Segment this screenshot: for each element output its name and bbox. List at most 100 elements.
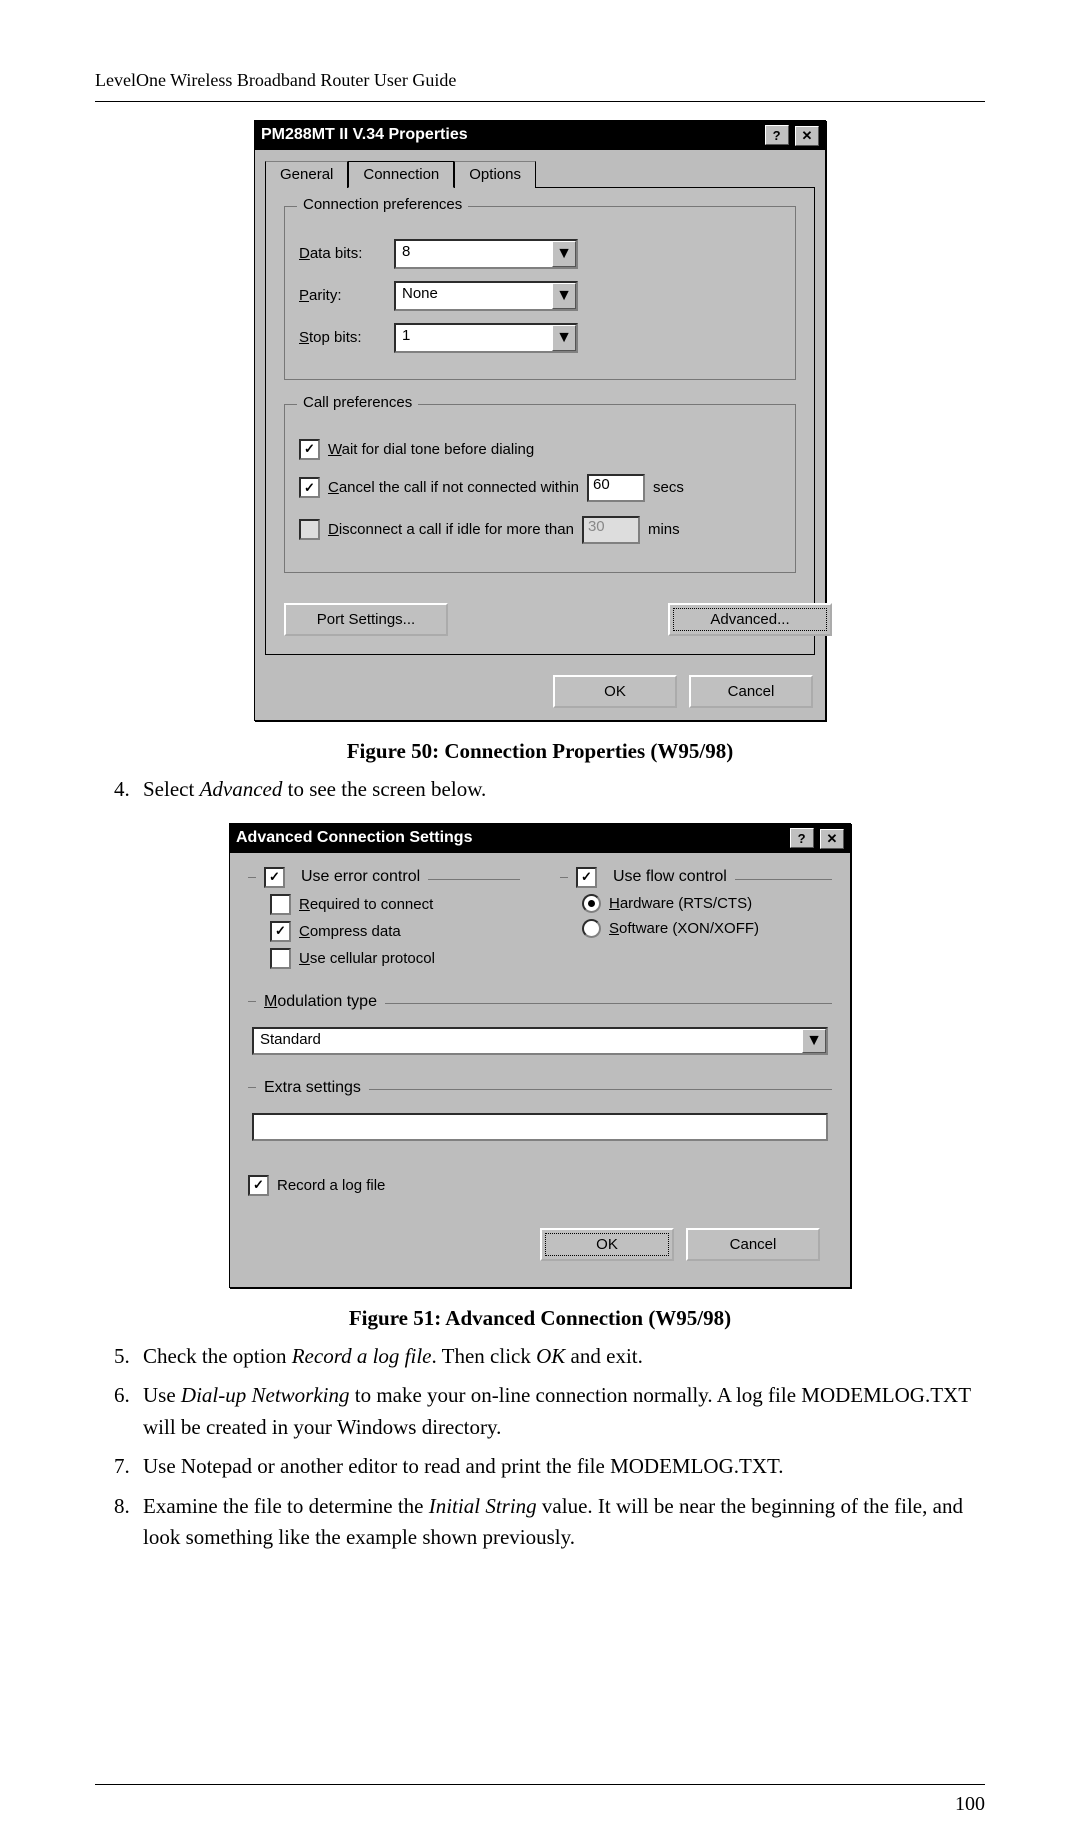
- required-label: Required to connect: [299, 896, 433, 913]
- use-flow-control-label: Use flow control: [613, 868, 727, 886]
- tab-pane: Connection preferences Data bits: 8 ▼ Pa…: [265, 187, 815, 655]
- advanced-connection-dialog: Advanced Connection Settings ? ✕ ✓ Use e…: [229, 823, 851, 1288]
- tabstrip: General Connection Options: [255, 150, 825, 187]
- checkbox-icon[interactable]: ✓: [264, 867, 285, 888]
- extra-settings-legend: Extra settings: [264, 1079, 361, 1097]
- checkbox-icon[interactable]: ✓: [248, 1175, 269, 1196]
- titlebar: Advanced Connection Settings ? ✕: [230, 824, 850, 853]
- port-settings-button[interactable]: Port Settings...: [284, 603, 448, 636]
- parity-label: Parity:: [299, 287, 394, 304]
- t: . Then click: [432, 1344, 537, 1368]
- close-icon[interactable]: ✕: [820, 829, 844, 849]
- chevron-down-icon[interactable]: ▼: [552, 283, 576, 309]
- figure-caption-50: Figure 50: Connection Properties (W95/98…: [95, 739, 985, 764]
- software-row[interactable]: Software (XON/XOFF): [582, 919, 832, 938]
- dialog-title: Advanced Connection Settings: [236, 829, 472, 847]
- t: Use: [143, 1383, 181, 1407]
- t: Record a log file: [292, 1344, 432, 1368]
- step-5: Check the option Record a log file. Then…: [135, 1341, 985, 1373]
- chevron-down-icon[interactable]: ▼: [802, 1029, 826, 1053]
- parity-select[interactable]: None ▼: [394, 281, 578, 311]
- step-8: Examine the file to determine the Initia…: [135, 1491, 985, 1554]
- titlebar: PM288MT II V.34 Properties ? ✕: [255, 121, 825, 150]
- wait-dialtone-label: Wait for dial tone before dialing: [328, 441, 534, 458]
- tab-connection[interactable]: Connection: [348, 161, 454, 188]
- legend-call-preferences: Call preferences: [297, 394, 418, 411]
- parity-value: None: [396, 283, 552, 309]
- radio-icon[interactable]: [582, 894, 601, 913]
- modulation-legend: Modulation type: [264, 993, 377, 1011]
- cancel-button[interactable]: Cancel: [689, 675, 813, 708]
- compress-label: Compress data: [299, 923, 401, 940]
- cellular-label: Use cellular protocol: [299, 950, 435, 967]
- cancel-call-label: Cancel the call if not connected within: [328, 479, 579, 496]
- step-4: Select Advanced to see the screen below.: [135, 774, 985, 806]
- advanced-button[interactable]: Advanced...: [668, 603, 832, 636]
- group-connection-preferences: Connection preferences Data bits: 8 ▼ Pa…: [284, 206, 796, 380]
- disconnect-idle-input: 30: [582, 516, 640, 544]
- checkbox-icon[interactable]: ✓: [270, 921, 291, 942]
- cellular-row[interactable]: Use cellular protocol: [270, 948, 520, 969]
- close-icon[interactable]: ✕: [795, 126, 819, 146]
- dialog-title: PM288MT II V.34 Properties: [261, 126, 468, 144]
- tab-options[interactable]: Options: [454, 161, 536, 188]
- header-rule: [95, 101, 985, 102]
- figure-caption-51: Figure 51: Advanced Connection (W95/98): [95, 1306, 985, 1331]
- t: Examine the file to determine the: [143, 1494, 429, 1518]
- t: Dial-up Networking: [181, 1383, 350, 1407]
- record-log-label: Record a log file: [277, 1177, 385, 1194]
- help-icon[interactable]: ?: [790, 828, 814, 848]
- tab-general[interactable]: General: [265, 161, 348, 188]
- stop-bits-select[interactable]: 1 ▼: [394, 323, 578, 353]
- hardware-row[interactable]: Hardware (RTS/CTS): [582, 894, 832, 913]
- modulation-select[interactable]: Standard ▼: [252, 1027, 828, 1055]
- hardware-label: Hardware (RTS/CTS): [609, 895, 752, 912]
- data-bits-label: Data bits:: [299, 245, 394, 262]
- cancel-call-row[interactable]: ✓ Cancel the call if not connected withi…: [299, 474, 781, 502]
- legend-connection-preferences: Connection preferences: [297, 196, 468, 213]
- disconnect-idle-row[interactable]: Disconnect a call if idle for more than …: [299, 516, 781, 544]
- radio-icon[interactable]: [582, 919, 601, 938]
- extra-settings-input[interactable]: [252, 1113, 828, 1141]
- stop-bits-label: Stop bits:: [299, 329, 394, 346]
- checkbox-icon[interactable]: ✓: [299, 477, 320, 498]
- checkbox-icon[interactable]: ✓: [299, 439, 320, 460]
- step4-text: Select: [143, 777, 200, 801]
- stop-bits-value: 1: [396, 325, 552, 351]
- data-bits-select[interactable]: 8 ▼: [394, 239, 578, 269]
- disconnect-idle-unit: mins: [648, 521, 680, 538]
- cancel-call-input[interactable]: 60: [587, 474, 645, 502]
- t: Initial String: [429, 1494, 537, 1518]
- ok-button[interactable]: OK: [553, 675, 677, 708]
- data-bits-value: 8: [396, 241, 552, 267]
- wait-dialtone-row[interactable]: ✓ Wait for dial tone before dialing: [299, 439, 781, 460]
- group-call-preferences: Call preferences ✓ Wait for dial tone be…: [284, 404, 796, 573]
- software-label: Software (XON/XOFF): [609, 920, 759, 937]
- compress-row[interactable]: ✓ Compress data: [270, 921, 520, 942]
- t: Check the option: [143, 1344, 292, 1368]
- step4-post: to see the screen below.: [282, 777, 486, 801]
- checkbox-icon[interactable]: ✓: [576, 867, 597, 888]
- step-6: Use Dial-up Networking to make your on-l…: [135, 1380, 985, 1443]
- connection-properties-dialog: PM288MT II V.34 Properties ? ✕ General C…: [254, 120, 826, 721]
- cancel-call-unit: secs: [653, 479, 684, 496]
- help-icon[interactable]: ?: [765, 125, 789, 145]
- t: and exit.: [565, 1344, 643, 1368]
- footer-rule: [95, 1784, 985, 1785]
- header-text: LevelOne Wireless Broadband Router User …: [95, 70, 985, 91]
- required-row[interactable]: Required to connect: [270, 894, 520, 915]
- t: OK: [536, 1344, 565, 1368]
- checkbox-icon[interactable]: [270, 948, 291, 969]
- chevron-down-icon[interactable]: ▼: [552, 325, 576, 351]
- ok-button[interactable]: OK: [540, 1228, 674, 1261]
- chevron-down-icon[interactable]: ▼: [552, 241, 576, 267]
- step4-em: Advanced: [200, 777, 283, 801]
- checkbox-icon[interactable]: [299, 519, 320, 540]
- disconnect-idle-label: Disconnect a call if idle for more than: [328, 521, 574, 538]
- record-log-row[interactable]: ✓ Record a log file: [248, 1175, 832, 1196]
- step-7: Use Notepad or another editor to read an…: [135, 1451, 985, 1483]
- error-control-group: ✓ Use error control Required to connect …: [248, 867, 520, 975]
- cancel-button[interactable]: Cancel: [686, 1228, 820, 1261]
- use-error-control-label: Use error control: [301, 868, 420, 886]
- checkbox-icon[interactable]: [270, 894, 291, 915]
